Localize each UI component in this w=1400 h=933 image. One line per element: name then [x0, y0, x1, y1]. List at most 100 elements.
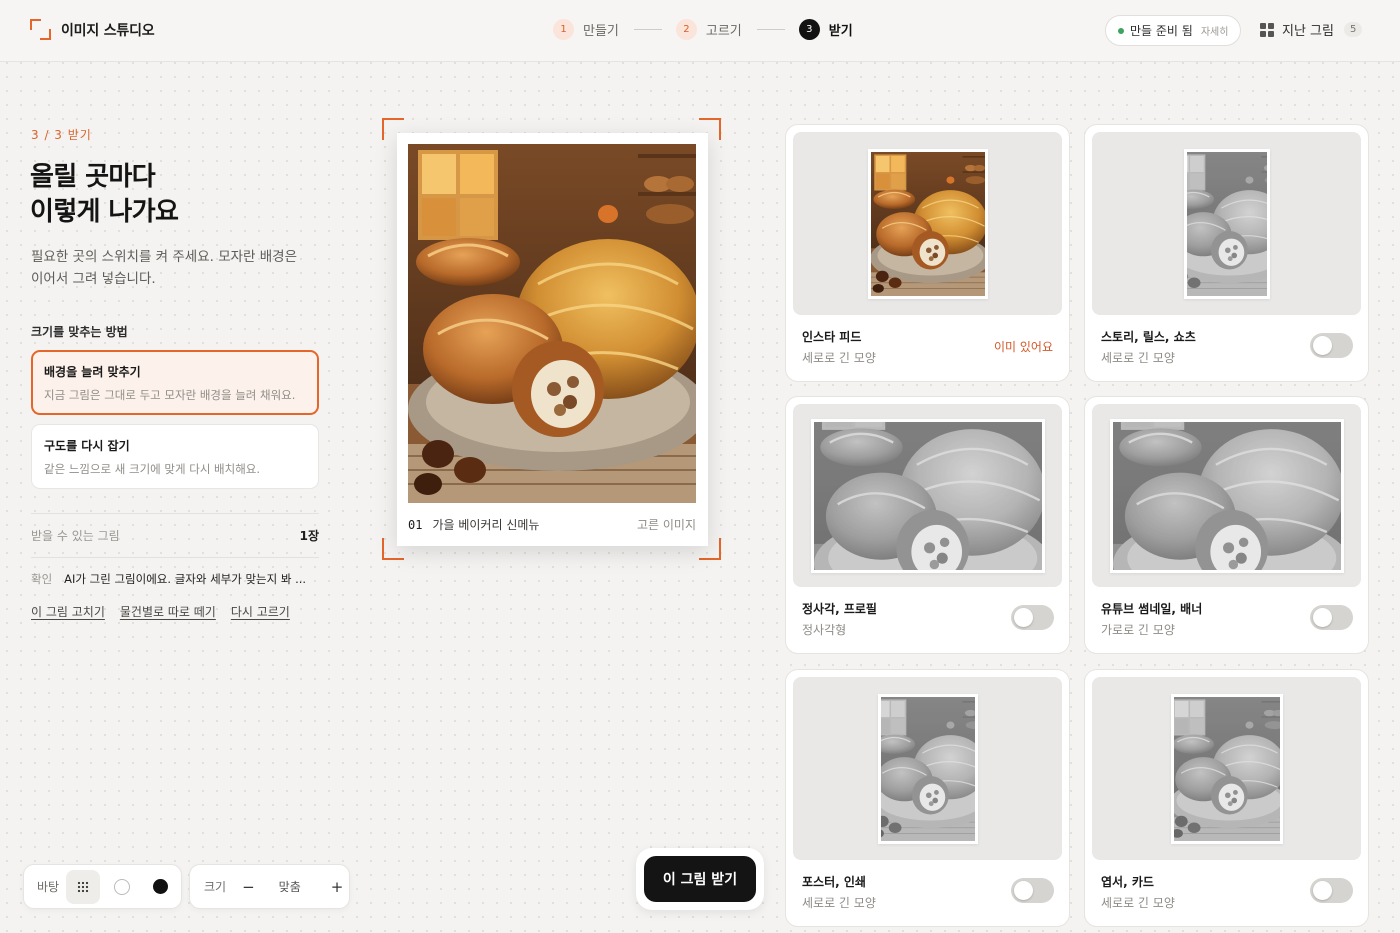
format-thumbnail: [1183, 148, 1270, 299]
format-toggle[interactable]: [1310, 878, 1353, 903]
confirm-note: 확인 AI가 그린 그림이에요. 글자와 세부가 맞는지 봐 ...: [31, 571, 319, 587]
option-recompose[interactable]: 구도를 다시 잡기 같은 느낌으로 새 크기에 맞게 다시 배치해요.: [31, 424, 319, 489]
format-preview: [793, 404, 1062, 587]
page-title-line-2: 이렇게 나가요: [30, 197, 179, 227]
page-title: 올릴 곳마다 이렇게 나가요: [30, 160, 179, 230]
option-description: 같은 느낌으로 새 크기에 맞게 다시 배치해요.: [44, 462, 261, 476]
status-label: 만들 준비 됨: [1130, 24, 1193, 38]
format-subtitle: 세로로 긴 모양: [802, 896, 876, 910]
divider: [31, 557, 319, 558]
confirm-text: AI가 그린 그림이에요. 글자와 세부가 맞는지 봐 ...: [64, 572, 307, 586]
preview-caption: 01 가을 베이커리 신메뉴 고른 이미지: [408, 516, 696, 533]
grid-icon: [1260, 22, 1274, 37]
step-divider: [633, 29, 662, 30]
format-toggle[interactable]: [1011, 605, 1054, 630]
image-number: 01: [408, 517, 423, 532]
option-title: 구도를 다시 잡기: [44, 439, 130, 453]
bread-photo: [408, 144, 696, 503]
step-divider: [756, 29, 785, 30]
black-background-swatch[interactable]: [153, 879, 169, 894]
format-card-square-profile[interactable]: 정사각, 프로필 정사각형: [785, 396, 1070, 654]
zoom-in-button[interactable]: +: [331, 878, 344, 896]
app-title: 이미지 스튜디오: [61, 22, 155, 39]
format-card-stories[interactable]: 스토리, 릴스, 쇼츠 세로로 긴 모양: [1084, 124, 1369, 382]
breadcrumb: 3 / 3 받기: [31, 128, 92, 142]
step-2-number: 2: [675, 19, 697, 40]
format-title: 유튜브 썸네일, 배너: [1101, 602, 1203, 616]
step-2[interactable]: 2 고르기: [675, 19, 742, 40]
history-count-badge: 5: [1343, 22, 1363, 37]
format-title: 엽서, 카드: [1101, 875, 1154, 889]
dot-grid-icon: [77, 880, 90, 893]
fit-button[interactable]: 맞춤: [279, 878, 301, 895]
format-preview: [1092, 404, 1361, 587]
format-subtitle: 가로로 긴 모양: [1101, 623, 1175, 637]
format-title: 스토리, 릴스, 쇼츠: [1101, 330, 1196, 344]
format-thumbnail: [1170, 693, 1283, 844]
available-count-row: 받을 수 있는 그림 1장: [31, 527, 319, 544]
available-label: 받을 수 있는 그림: [31, 529, 120, 543]
format-toggle[interactable]: [1310, 333, 1353, 358]
selected-image-card: 01 가을 베이커리 신메뉴 고른 이미지: [397, 133, 708, 546]
edit-image-link[interactable]: 이 그림 고치기: [31, 603, 105, 620]
page-title-line-1: 올릴 곳마다: [30, 162, 156, 192]
size-label: 크기: [204, 880, 227, 894]
image-tag: 고른 이미지: [636, 518, 696, 532]
download-button[interactable]: 이 그림 받기: [644, 856, 756, 902]
format-card-instagram-feed[interactable]: 인스타 피드 세로로 긴 모양 이미 있어요: [785, 124, 1070, 382]
crop-frame-icon: [30, 19, 51, 40]
download-button-wrap: 이 그림 받기: [636, 848, 764, 910]
status-dot-icon: [1118, 27, 1124, 34]
divider: [31, 513, 319, 514]
step-3[interactable]: 3 받기: [798, 19, 853, 40]
format-preview: [793, 677, 1062, 860]
format-card-youtube-banner[interactable]: 유튜브 썸네일, 배너 가로로 긴 모양: [1084, 396, 1369, 654]
confirm-label: 확인: [31, 572, 53, 586]
format-preview: [1092, 132, 1361, 315]
format-preview: [793, 132, 1062, 315]
zoom-out-button[interactable]: −: [242, 878, 255, 896]
format-title: 인스타 피드: [802, 330, 862, 344]
separate-objects-link[interactable]: 물건별로 따로 떼기: [120, 603, 216, 620]
step-2-label: 고르기: [705, 24, 742, 39]
size-toolbar: 크기 − 맞춤 +: [189, 864, 350, 909]
background-label: 바탕: [37, 880, 60, 894]
format-toggle[interactable]: [1011, 878, 1054, 903]
option-description: 지금 그림은 그대로 두고 모자란 배경을 늘려 채워요.: [44, 388, 296, 402]
format-subtitle: 세로로 긴 모양: [1101, 351, 1175, 365]
format-thumbnail: [1109, 418, 1344, 573]
format-status: 이미 있어요: [993, 340, 1053, 354]
step-3-number: 3: [798, 19, 820, 40]
format-thumbnail: [867, 148, 988, 299]
history-button[interactable]: 지난 그림 5: [1260, 20, 1363, 39]
format-thumbnail: [877, 693, 978, 844]
step-1[interactable]: 1 만들기: [553, 19, 619, 40]
format-subtitle: 정사각형: [802, 623, 847, 637]
available-value: 1장: [299, 529, 319, 543]
app-logo[interactable]: 이미지 스튜디오: [30, 19, 155, 40]
reselect-link[interactable]: 다시 고르기: [231, 603, 290, 620]
format-thumbnail: [810, 418, 1045, 573]
format-subtitle: 세로로 긴 모양: [1101, 896, 1175, 910]
white-background-swatch[interactable]: [114, 878, 131, 895]
format-toggle[interactable]: [1310, 605, 1353, 630]
dot-grid-background-button[interactable]: [66, 869, 101, 904]
option-title: 배경을 늘려 맞추기: [44, 365, 141, 379]
option-extend-background[interactable]: 배경을 늘려 맞추기 지금 그림은 그대로 두고 모자란 배경을 늘려 채워요.: [31, 350, 319, 415]
status-badge[interactable]: 만들 준비 됨 자세히: [1105, 15, 1242, 46]
background-toolbar: 바탕: [23, 864, 182, 909]
step-3-label: 받기: [828, 24, 853, 39]
format-card-poster[interactable]: 포스터, 인쇄 세로로 긴 모양: [785, 669, 1070, 927]
format-preview: [1092, 677, 1361, 860]
step-indicator: 1 만들기 2 고르기 3 받기: [553, 19, 853, 40]
page-description: 필요한 곳의 스위치를 켜 주세요. 모자란 배경은 이어서 그려 넣습니다.: [31, 249, 298, 287]
format-card-postcard[interactable]: 엽서, 카드 세로로 긴 모양: [1084, 669, 1369, 927]
history-label: 지난 그림: [1282, 24, 1334, 39]
top-bar: 이미지 스튜디오 1 만들기 2 고르기 3 받기 만들 준비 됨 자세히 지난…: [0, 0, 1400, 62]
step-1-number: 1: [553, 19, 574, 40]
format-title: 포스터, 인쇄: [802, 875, 866, 889]
resize-method-heading: 크기를 맞추는 방법: [31, 325, 128, 339]
action-links: 이 그림 고치기 물건별로 따로 떼기 다시 고르기: [31, 603, 290, 620]
status-detail-link[interactable]: 자세히: [1201, 23, 1229, 38]
image-title: 가을 베이커리 신메뉴: [432, 518, 540, 532]
